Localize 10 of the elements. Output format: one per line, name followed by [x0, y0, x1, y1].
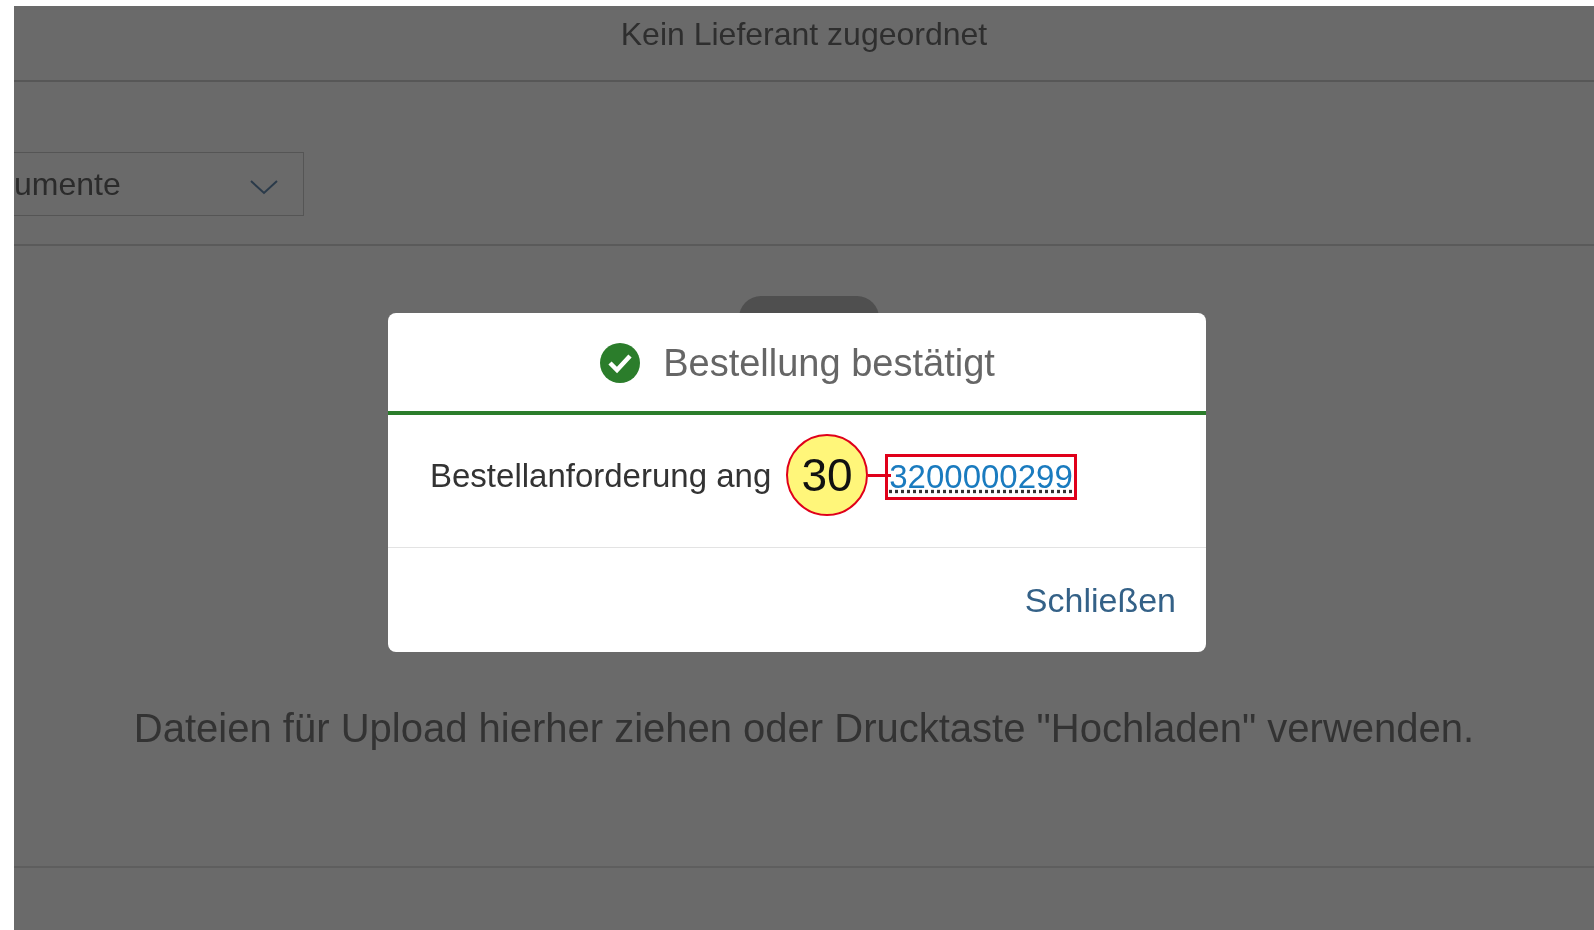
- close-button[interactable]: Schließen: [1012, 574, 1188, 626]
- page-title: Kein Lieferant zugeordnet: [620, 16, 988, 53]
- success-check-icon: [599, 342, 642, 384]
- leader-line: [868, 474, 891, 477]
- step-number-badge: 30: [786, 434, 868, 516]
- dialog-title: Bestellung bestätigt: [663, 341, 995, 385]
- document-dropdown[interactable]: umente: [14, 152, 304, 216]
- message-text: Bestellanforderung ang: [430, 457, 772, 495]
- upload-hint: Dateien für Upload hierher ziehen oder Drucktaste "Hochladen" verwenden.: [133, 706, 1475, 751]
- chevron-down-icon: [249, 178, 279, 196]
